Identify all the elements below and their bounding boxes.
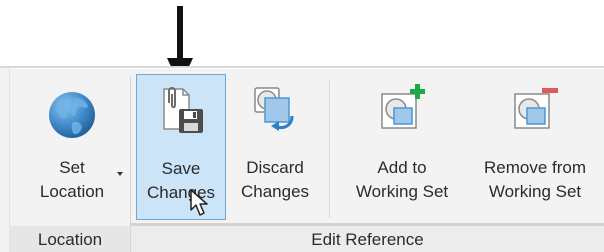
screenshot-stage: Set Location Save Changes Discard Change… (0, 0, 604, 252)
remove-from-working-set-icon (514, 88, 558, 129)
mouse-pointer-icon (190, 189, 208, 216)
edit-reference-group-label: Edit Reference (131, 223, 604, 252)
discard-changes-button[interactable]: Discard Changes (232, 74, 318, 220)
set-location-label: Set Location (39, 158, 105, 201)
discard-changes-icon (254, 87, 294, 131)
ribbon-left-edge (0, 68, 10, 252)
remove-from-working-set-button[interactable]: Remove from Working Set (468, 74, 602, 220)
save-changes-icon (163, 87, 203, 133)
set-location-button[interactable]: Set Location (26, 74, 118, 220)
discard-changes-label: Discard Changes (240, 158, 310, 201)
set-location-dropdown-caret[interactable] (117, 172, 123, 176)
globe-icon (49, 92, 95, 138)
save-changes-label: Save Changes (146, 159, 216, 202)
ribbon-top-highlight (0, 68, 604, 69)
ribbon: Set Location Save Changes Discard Change… (0, 66, 604, 252)
add-to-working-set-label: Add to Working Set (355, 158, 449, 201)
add-to-working-set-icon (381, 84, 425, 129)
inner-divider (329, 80, 330, 218)
add-to-working-set-button[interactable]: Add to Working Set (340, 74, 464, 220)
remove-from-working-set-label: Remove from Working Set (483, 158, 587, 201)
location-group-label: Location (10, 226, 130, 252)
save-changes-button[interactable]: Save Changes (136, 74, 226, 220)
